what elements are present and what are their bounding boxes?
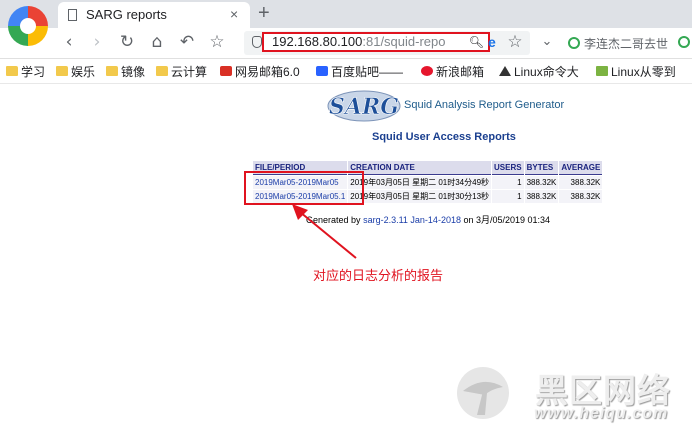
bookmark-label: 镜像 xyxy=(121,64,146,79)
column-header: AVERAGE xyxy=(559,161,603,175)
folder-icon xyxy=(156,66,168,76)
average-cell: 388.32K xyxy=(559,190,603,203)
bookmark-label: 娱乐 xyxy=(71,64,96,79)
bookmark-item[interactable]: 镜像 xyxy=(106,63,145,79)
weibo-icon xyxy=(421,66,433,76)
folder-icon xyxy=(6,66,18,76)
folder-icon xyxy=(106,66,118,76)
tab-sarg-reports[interactable]: SARG reports × xyxy=(58,2,250,28)
creation-date-cell: 2019年03月05日 星期二 01时30分13秒 xyxy=(348,190,492,203)
bookmark-item[interactable]: 网易邮箱6.0 xyxy=(220,63,300,79)
bookmark-label: 云计算 xyxy=(171,64,208,79)
watermark-url: www.heiqu.com xyxy=(534,405,669,422)
hot-search-text[interactable]: 李连杰二哥去世 xyxy=(584,35,668,52)
baidu-icon xyxy=(316,66,328,76)
bookmark-item[interactable]: Linux从零到 xyxy=(596,63,676,79)
users-cell: 1 xyxy=(492,190,524,203)
url-highlight-box[interactable]: 192.168.80.100:81/squid-repo 🔍︎ xyxy=(262,32,490,52)
bookmark-item[interactable]: 娱乐 xyxy=(56,63,95,79)
bytes-cell: 388.32K xyxy=(524,190,559,203)
average-cell: 388.32K xyxy=(559,176,603,189)
sarg-logo-text: SARG xyxy=(329,94,399,120)
reload-icon[interactable]: ↻ xyxy=(116,31,138,53)
new-tab-button[interactable]: + xyxy=(258,2,270,24)
bookmark-item[interactable]: 云计算 xyxy=(156,63,207,79)
bookmark-label: 新浪邮箱 xyxy=(436,64,485,79)
address-bar[interactable]: 192.168.80.100:81/squid-repo 🔍︎ e xyxy=(244,31,530,55)
bookmark-label: Linux从零到 xyxy=(611,64,676,79)
bookmark-label: Linux命令大 xyxy=(514,64,579,79)
bookmark-label: 百度贴吧—— xyxy=(331,64,404,79)
mail-icon xyxy=(220,66,232,76)
bookmark-label: 网易邮箱6.0 xyxy=(235,64,300,79)
column-header: CREATION DATE xyxy=(348,161,492,175)
users-cell: 1 xyxy=(492,176,524,189)
favorite-star-icon[interactable]: ☆ xyxy=(206,31,228,53)
undo-icon[interactable]: ↶ xyxy=(176,31,198,53)
chevron-down-icon[interactable]: ⌄ xyxy=(536,31,558,53)
ie-engine-icon[interactable]: e xyxy=(488,35,498,49)
annotation-text: 对应的日志分析的报告 xyxy=(313,268,444,283)
bookmark-star-icon[interactable]: ☆ xyxy=(504,31,526,53)
url-path: :81/squid-repo xyxy=(362,34,446,49)
folder-icon xyxy=(56,66,68,76)
bookmark-label: 学习 xyxy=(21,64,46,79)
column-header: BYTES xyxy=(524,161,559,175)
url-host: 192.168.80.100 xyxy=(272,34,363,49)
hot-search-icon[interactable] xyxy=(568,37,580,49)
extension-icon[interactable] xyxy=(678,36,690,48)
page-subtitle: Squid Analysis Report Generator xyxy=(404,99,565,111)
bytes-cell: 388.32K xyxy=(524,176,559,189)
book-icon xyxy=(596,66,608,76)
forward-icon[interactable]: › xyxy=(86,31,108,53)
sarg-version-link[interactable]: sarg-2.3.11 Jan-14-2018 xyxy=(363,215,461,225)
page-icon xyxy=(68,9,77,21)
bookmark-item[interactable]: Linux命令大 xyxy=(499,63,579,79)
bookmark-item[interactable]: 百度贴吧—— xyxy=(316,63,403,79)
search-icon[interactable]: 🔍︎ xyxy=(469,34,484,50)
watermark-logo-icon xyxy=(457,367,509,419)
creation-date-cell: 2019年03月05日 星期二 01时34分49秒 xyxy=(348,176,492,189)
browser-logo-icon[interactable] xyxy=(8,6,48,46)
page-title: Squid User Access Reports xyxy=(372,131,516,143)
bookmarks-bar: 学习 娱乐 镜像 云计算 网易邮箱6.0 百度贴吧—— 新浪邮箱 Linux命令… xyxy=(0,59,692,84)
bookmark-item[interactable]: 学习 xyxy=(6,63,45,79)
back-icon[interactable]: ‹ xyxy=(58,31,80,53)
home-icon[interactable]: ⌂ xyxy=(146,31,168,53)
sarg-logo: SARG xyxy=(327,90,401,122)
bookmark-item[interactable]: 新浪邮箱 xyxy=(421,63,484,79)
navigation-toolbar: ‹ › ↻ ⌂ ↶ ☆ 192.168.80.100:81/squid-repo… xyxy=(0,28,692,59)
close-icon[interactable]: × xyxy=(230,6,238,22)
generated-suffix: on 3月/05/2019 01:34 xyxy=(463,215,551,225)
column-header: USERS xyxy=(492,161,524,175)
annotation-arrow xyxy=(292,204,357,259)
tab-bar: SARG reports × + xyxy=(0,0,692,28)
shield-icon[interactable] xyxy=(252,36,262,48)
linux-icon xyxy=(499,66,511,76)
tab-title: SARG reports xyxy=(86,7,167,22)
